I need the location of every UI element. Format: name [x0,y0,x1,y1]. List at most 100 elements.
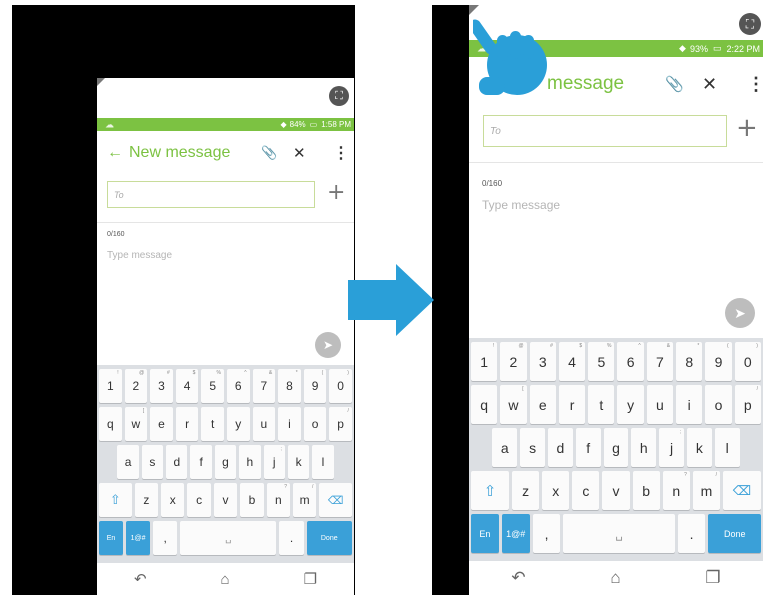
key-5[interactable]: 5% [201,369,224,403]
expand-icon[interactable]: ⛶ [739,13,761,35]
key-u[interactable]: u [252,407,276,441]
key-b[interactable]: b [632,471,660,510]
key-w[interactable]: w[ [500,385,527,424]
key-f[interactable]: f [575,428,601,467]
key-w[interactable]: w[ [124,407,148,441]
key-k[interactable]: k [287,445,310,479]
key-b[interactable]: b [240,483,264,517]
key-o[interactable]: o [303,407,327,441]
key-n[interactable]: n? [266,483,290,517]
key-v[interactable]: v [602,471,630,510]
key-d[interactable]: d [166,445,188,479]
attach-icon[interactable]: 📎 [665,75,684,93]
key-e[interactable]: e [529,385,556,424]
attach-icon[interactable]: 📎 [261,145,277,161]
shift-key[interactable]: ⇧ [471,471,509,510]
key-l[interactable]: l [714,428,740,467]
key-3[interactable]: 3 # [150,369,173,403]
period-key[interactable]: . [279,521,304,555]
key-o[interactable]: o [705,385,732,424]
key-c[interactable]: c [187,483,211,517]
language-key[interactable]: En [471,514,499,553]
key-i[interactable]: i [278,407,301,441]
back-icon[interactable]: ↶ [134,570,147,588]
recents-icon[interactable]: ❐ [304,570,317,588]
expand-icon[interactable]: ⛶ [329,86,349,106]
key-x[interactable]: x [542,471,570,510]
key-n[interactable]: n? [662,471,690,510]
period-key[interactable]: . [677,514,706,553]
backspace-key[interactable]: ⌫ [319,483,353,517]
key-h[interactable]: h [631,428,657,467]
key-h[interactable]: h [239,445,261,479]
send-button[interactable]: ➤ [315,332,341,358]
key-7[interactable]: 7 & [252,369,276,403]
key-4[interactable]: 4 $ [558,342,586,381]
recipient-field[interactable]: To [107,181,315,208]
key-a[interactable]: a [492,428,518,467]
key-s[interactable]: s [141,445,164,479]
key-1[interactable]: 1! [99,369,122,403]
message-input[interactable]: Type message [107,250,172,261]
back-arrow-icon[interactable]: ← [107,144,123,162]
message-input[interactable]: Type message [482,198,560,212]
key-t[interactable]: t [201,407,224,441]
key-v[interactable]: v [213,483,238,517]
key-q[interactable]: q [471,385,498,424]
key-a[interactable]: a [117,445,139,479]
add-recipient-icon[interactable]: + [327,180,345,205]
key-2[interactable]: 2 @ [124,369,148,403]
key-q[interactable]: q [99,407,122,441]
key-r[interactable]: r [558,385,586,424]
key-9[interactable]: 9( [303,369,327,403]
key-f[interactable]: f [190,445,212,479]
key-t[interactable]: t [588,385,615,424]
key-6[interactable]: 6 ^ [617,342,644,381]
key-y[interactable]: y [226,407,250,441]
key-k[interactable]: k [686,428,712,467]
key-l[interactable]: l [312,445,334,479]
key-1[interactable]: 1! [471,342,498,381]
key-p[interactable]: p / [329,407,352,441]
recipient-field[interactable]: To [483,115,727,147]
key-8[interactable]: 8 * [676,342,703,381]
backspace-key[interactable]: ⌫ [722,471,761,510]
symbols-key[interactable]: 1@# [126,521,151,555]
key-5[interactable]: 5% [588,342,615,381]
close-icon[interactable]: ✕ [702,74,717,95]
comma-key[interactable]: , [532,514,561,553]
key-e[interactable]: e [150,407,173,441]
key-8[interactable]: 8 * [278,369,301,403]
key-y[interactable]: y [617,385,644,424]
key-9[interactable]: 9( [705,342,732,381]
key-x[interactable]: x [161,483,185,517]
space-key[interactable]: ␣ [563,514,675,553]
key-m[interactable]: m / [292,483,317,517]
menu-icon[interactable]: ⋮ [333,143,349,163]
home-icon[interactable]: ⌂ [221,571,230,588]
key-j[interactable]: j; [263,445,285,479]
key-g[interactable]: g [603,428,629,467]
key-z[interactable]: z [512,471,540,510]
key-6[interactable]: 6 ^ [226,369,250,403]
key-3[interactable]: 3 # [529,342,556,381]
key-u[interactable]: u [646,385,674,424]
done-key[interactable]: Done [306,521,352,555]
key-i[interactable]: i [676,385,703,424]
key-c[interactable]: c [572,471,600,510]
language-key[interactable]: En [99,521,124,555]
recents-icon[interactable]: ❐ [705,568,720,588]
symbols-key[interactable]: 1@# [501,514,530,553]
key-2[interactable]: 2 @ [500,342,527,381]
key-0[interactable]: 0) [329,369,352,403]
key-r[interactable]: r [175,407,199,441]
key-z[interactable]: z [134,483,159,517]
key-4[interactable]: 4 $ [175,369,199,403]
key-7[interactable]: 7 & [646,342,674,381]
close-icon[interactable]: ✕ [293,144,306,162]
back-icon[interactable]: ↶ [511,568,525,588]
key-s[interactable]: s [520,428,545,467]
key-0[interactable]: 0) [734,342,761,381]
key-d[interactable]: d [547,428,573,467]
shift-key[interactable]: ⇧ [99,483,132,517]
